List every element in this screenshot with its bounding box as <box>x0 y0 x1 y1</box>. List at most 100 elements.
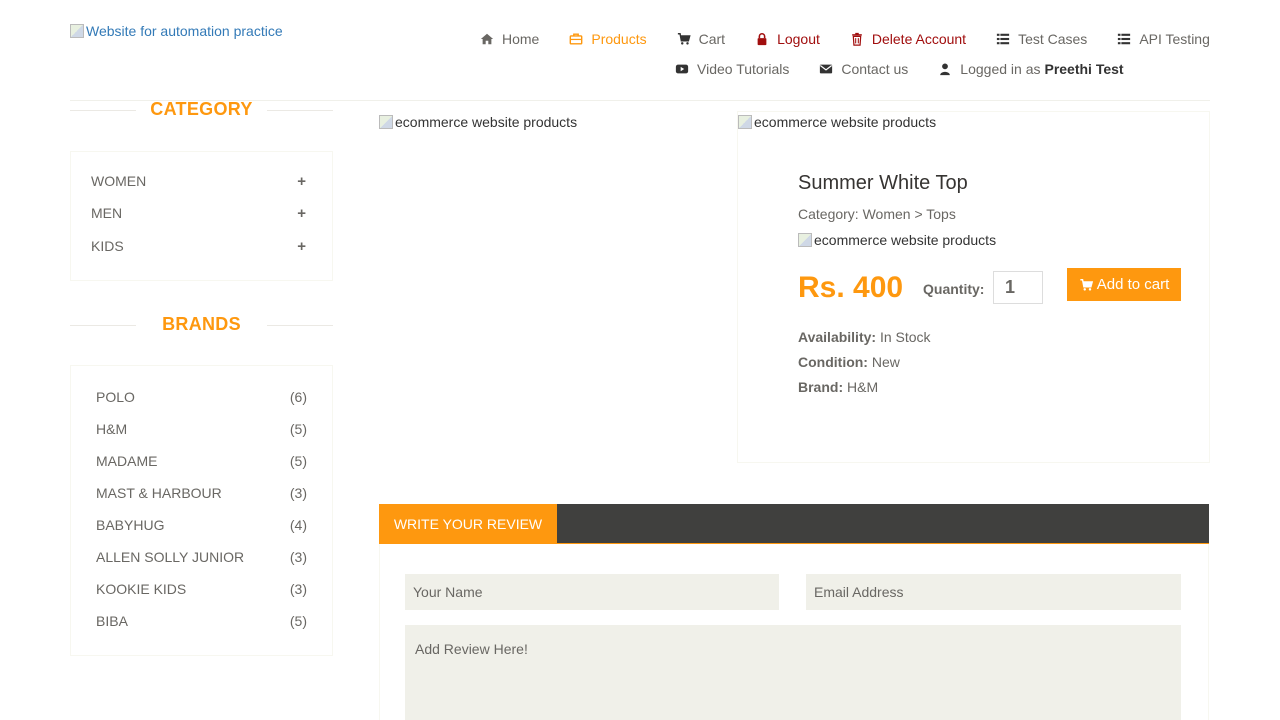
image-alt-text: ecommerce website products <box>814 232 997 248</box>
new-arrival-badge-image: ecommerce website products <box>738 114 936 130</box>
site-logo[interactable]: Website for automation practice <box>70 23 283 39</box>
availability-line: Availability: In Stock <box>798 329 931 345</box>
brand-count: (3) <box>289 549 307 565</box>
list-icon <box>996 33 1010 45</box>
brands-heading: BRANDS <box>70 314 333 335</box>
category-title: CATEGORY <box>150 99 253 119</box>
category-label: WOMEN <box>91 173 147 189</box>
brand-item-madame[interactable]: MADAME (5) <box>96 453 307 469</box>
review-tab-bar: WRITE YOUR REVIEW <box>379 504 1209 544</box>
product-main-image: ecommerce website products <box>379 114 577 130</box>
brand-label: Brand: <box>798 379 844 395</box>
review-text-area[interactable] <box>405 625 1181 720</box>
brand-item-babyhug[interactable]: BABYHUG (4) <box>96 517 307 533</box>
logged-in-username: Preethi Test <box>1044 61 1124 77</box>
brands-panel: POLO (6) H&M (5) MADAME (5) MAST & HARBO… <box>70 365 333 656</box>
add-to-cart-label: Add to cart <box>1096 276 1170 293</box>
nav-test-cases[interactable]: Test Cases <box>996 31 1087 47</box>
availability-label: Availability: <box>798 329 877 345</box>
cart-icon <box>677 33 691 45</box>
nav-logout[interactable]: Logout <box>755 31 820 47</box>
envelope-icon <box>820 64 833 74</box>
user-icon <box>940 63 951 76</box>
briefcase-icon <box>569 33 583 45</box>
category-label: KIDS <box>91 238 124 254</box>
nav-video-tutorials[interactable]: Video Tutorials <box>675 61 789 77</box>
broken-image-icon <box>738 115 752 129</box>
category-panel: WOMEN + MEN + KIDS + <box>70 151 333 281</box>
brand-item-kookie-kids[interactable]: KOOKIE KIDS (3) <box>96 581 307 597</box>
brand-label: H&M <box>96 421 128 437</box>
brand-label: KOOKIE KIDS <box>96 581 187 597</box>
brands-title: BRANDS <box>162 314 241 334</box>
nav-contact-us-label: Contact us <box>841 61 909 77</box>
nav-test-cases-label: Test Cases <box>1018 31 1088 47</box>
brand-count: (3) <box>289 581 307 597</box>
brand-item-biba[interactable]: BIBA (5) <box>96 613 307 629</box>
quantity-input[interactable] <box>993 271 1043 304</box>
plus-icon[interactable]: + <box>297 205 306 222</box>
broken-image-icon <box>70 24 84 38</box>
plus-icon[interactable]: + <box>297 238 306 255</box>
brand-item-polo[interactable]: POLO (6) <box>96 389 307 405</box>
logo-alt-text: Website for automation practice <box>86 23 283 39</box>
trash-icon <box>852 32 862 46</box>
brand-label: POLO <box>96 389 135 405</box>
brand-line: Brand: H&M <box>798 379 878 395</box>
product-name: Summer White Top <box>798 172 968 194</box>
add-to-cart-button[interactable]: Add to cart <box>1067 268 1181 301</box>
brand-label: BIBA <box>96 613 128 629</box>
heading-rule <box>267 109 333 111</box>
brand-count: (5) <box>289 421 307 437</box>
brand-value: H&M <box>847 379 879 395</box>
brand-count: (4) <box>289 517 307 533</box>
brand-item-mast-harbour[interactable]: MAST & HARBOUR (3) <box>96 485 307 501</box>
product-category: Category: Women > Tops <box>798 206 956 222</box>
condition-value: New <box>871 354 900 370</box>
nav-delete-account[interactable]: Delete Account <box>850 31 966 47</box>
nav-cart[interactable]: Cart <box>677 31 725 47</box>
nav-api-testing[interactable]: API Testing <box>1117 31 1210 47</box>
category-label: MEN <box>91 205 123 221</box>
heading-rule <box>70 109 136 111</box>
nav-cart-label: Cart <box>698 31 726 47</box>
broken-image-icon <box>379 115 393 129</box>
nav-products[interactable]: Products <box>569 31 647 47</box>
home-icon <box>480 33 494 45</box>
nav-logout-label: Logout <box>777 31 820 47</box>
brand-count: (3) <box>289 485 307 501</box>
nav-home-label: Home <box>502 31 540 47</box>
brand-item-hm[interactable]: H&M (5) <box>96 421 307 437</box>
image-alt-text: ecommerce website products <box>395 114 578 130</box>
brand-count: (5) <box>289 453 307 469</box>
brand-item-allen-solly-junior[interactable]: ALLEN SOLLY JUNIOR (3) <box>96 549 307 565</box>
condition-label: Condition: <box>798 354 868 370</box>
condition-line: Condition: New <box>798 354 900 370</box>
brand-label: BABYHUG <box>96 517 165 533</box>
tab-label: WRITE YOUR REVIEW <box>393 515 543 532</box>
category-item-kids[interactable]: KIDS + <box>91 238 306 255</box>
youtube-icon <box>675 64 689 74</box>
plus-icon[interactable]: + <box>297 173 306 190</box>
availability-value: In Stock <box>879 329 931 345</box>
tab-write-your-review[interactable]: WRITE YOUR REVIEW <box>379 504 557 543</box>
nav-products-label: Products <box>591 31 647 47</box>
heading-rule <box>70 324 136 326</box>
review-email-input[interactable] <box>806 574 1181 610</box>
review-form <box>379 544 1209 720</box>
nav-home[interactable]: Home <box>480 31 539 47</box>
heading-rule <box>267 324 333 326</box>
nav-contact-us[interactable]: Contact us <box>819 61 908 77</box>
quantity-label: Quantity: <box>923 281 985 297</box>
review-name-input[interactable] <box>405 574 779 610</box>
list-icon <box>1118 33 1131 45</box>
nav-delete-account-label: Delete Account <box>871 31 967 47</box>
secondary-nav: Video Tutorials Contact us Logged in as … <box>675 61 1124 77</box>
nav-api-testing-label: API Testing <box>1139 31 1210 47</box>
brand-label: MADAME <box>96 453 158 469</box>
category-item-women[interactable]: WOMEN + <box>91 173 306 190</box>
lock-icon <box>757 33 767 46</box>
brand-label: MAST & HARBOUR <box>96 485 222 501</box>
category-item-men[interactable]: MEN + <box>91 205 306 222</box>
nav-video-tutorials-label: Video Tutorials <box>697 61 790 77</box>
